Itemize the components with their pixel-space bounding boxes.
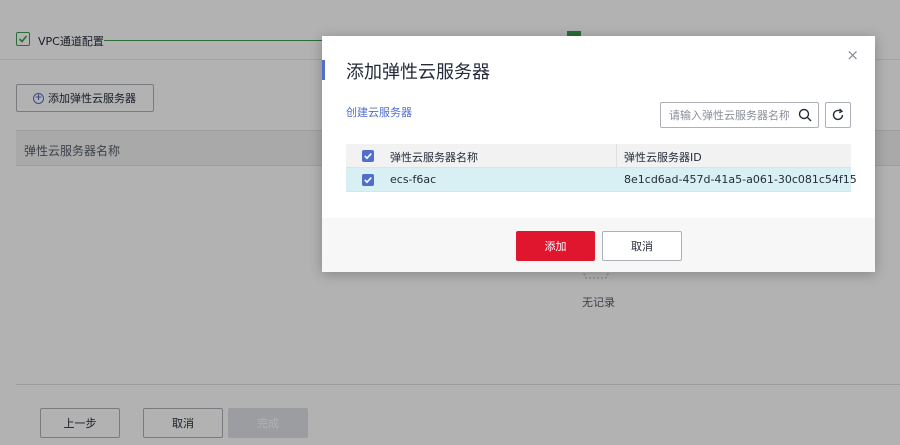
create-ecs-link[interactable]: 创建云服务器 [346, 104, 412, 120]
add-ecs-dialog: × 添加弹性云服务器 创建云服务器 弹性云服务器名称 弹性云服务器ID e [322, 36, 875, 272]
table-header-row: 弹性云服务器名称 弹性云服务器ID [346, 144, 851, 168]
ecs-selection-table: 弹性云服务器名称 弹性云服务器ID ecs-f6ac 8e1cd6ad-457d… [346, 144, 857, 192]
table-row[interactable]: ecs-f6ac 8e1cd6ad-457d-41a5-a061-30c081c… [346, 168, 857, 192]
ecs-name-cell: ecs-f6ac [390, 173, 437, 186]
close-icon[interactable]: × [846, 48, 859, 63]
row-checkbox[interactable] [362, 174, 374, 186]
search-icon[interactable] [798, 108, 812, 122]
ecs-id-cell: 8e1cd6ad-457d-41a5-a061-30c081c54f15 [624, 173, 857, 186]
add-button[interactable]: 添加 [516, 231, 595, 261]
dialog-title: 添加弹性云服务器 [346, 62, 490, 83]
dialog-cancel-button[interactable]: 取消 [602, 231, 682, 261]
ecs-search-box[interactable] [660, 102, 819, 128]
dialog-footer: 添加 取消 [322, 218, 875, 272]
refresh-button[interactable] [825, 102, 851, 128]
ecs-search-input[interactable] [669, 103, 789, 127]
title-accent-bar [322, 60, 325, 80]
column-header-name: 弹性云服务器名称 [390, 151, 478, 164]
refresh-icon [832, 108, 844, 121]
column-divider [616, 144, 617, 168]
column-header-id: 弹性云服务器ID [624, 151, 702, 164]
select-all-checkbox[interactable] [362, 150, 374, 162]
